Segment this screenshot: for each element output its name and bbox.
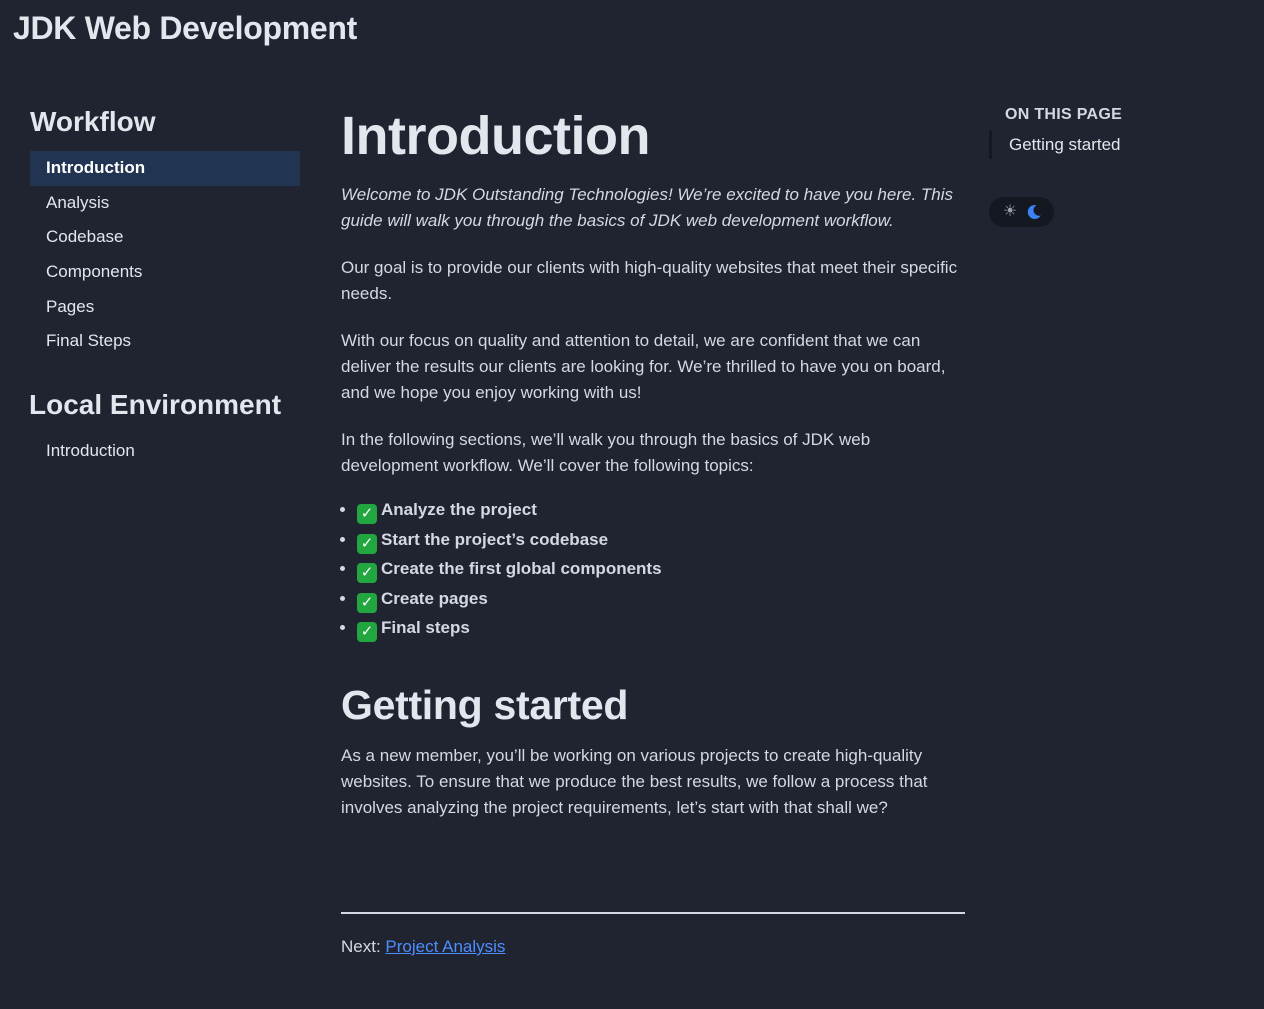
moon-icon[interactable] (1025, 203, 1043, 221)
site-title[interactable]: JDK Web Development (13, 10, 357, 47)
check-mark-button-icon: ✓ (357, 533, 377, 554)
list-item: ✓Start the project’s codebase (357, 525, 965, 555)
sidebar-item-codebase[interactable]: Codebase (30, 220, 300, 255)
intro-lead: Welcome to JDK Outstanding Technologies!… (341, 185, 954, 230)
sidebar-item-final-steps[interactable]: Final Steps (30, 324, 300, 359)
sidebar-item-pages[interactable]: Pages (30, 290, 300, 325)
paragraph-goal: Our goal is to provide our clients with … (341, 258, 958, 303)
check-mark-button-icon: ✓ (357, 563, 377, 583)
page-title: Introduction (341, 106, 650, 166)
check-mark-button-icon: ✓ (357, 622, 377, 642)
topic-label: Final steps (381, 618, 470, 637)
sidebar-item-components[interactable]: Components (30, 255, 300, 290)
sidebar-item-introduction[interactable]: Introduction (30, 151, 300, 186)
paragraph-topics-intro: In the following sections, we’ll walk yo… (341, 430, 871, 475)
theme-toggle[interactable]: ☀ (989, 197, 1054, 227)
paragraph-getting-started: As a new member, you’ll be working on va… (341, 745, 928, 817)
list-item: ✓Create the first global components (357, 554, 965, 584)
next-page-nav: Next: Project Analysis (341, 937, 505, 957)
list-item: ✓Final steps (357, 613, 965, 643)
next-page-link[interactable]: Project Analysis (385, 937, 505, 956)
on-this-page: ON THIS PAGE Getting started (989, 106, 1249, 159)
sidebar: Workflow Introduction Analysis Codebase … (29, 104, 300, 469)
sidebar-item-analysis[interactable]: Analysis (30, 186, 300, 221)
sun-icon[interactable]: ☀ (1001, 203, 1019, 221)
footer-divider (341, 912, 965, 914)
main-content: Introduction Welcome to JDK Outstanding … (341, 104, 965, 821)
toc-item-getting-started[interactable]: Getting started (992, 131, 1249, 159)
topic-label: Create pages (381, 588, 488, 608)
check-mark-button-icon: ✓ (357, 504, 377, 524)
topic-label: Start the project’s codebase (381, 529, 609, 549)
sidebar-list-workflow: Introduction Analysis Codebase Component… (30, 151, 300, 359)
paragraph-quality: With our focus on quality and attention … (341, 331, 946, 402)
topic-label: Create the first global components (381, 559, 662, 578)
section-heading-getting-started: Getting started (341, 681, 629, 728)
toc-list: Getting started (989, 131, 1249, 159)
sidebar-item-local-introduction[interactable]: Introduction (30, 434, 300, 469)
list-item: ✓Create pages (357, 584, 965, 614)
sidebar-heading-local-environment: Local Environment (29, 389, 282, 421)
toc-heading: ON THIS PAGE (1005, 106, 1123, 123)
next-prefix: Next: (341, 937, 381, 956)
topics-list: ✓Analyze the project ✓Start the project’… (341, 495, 965, 643)
list-item: ✓Analyze the project (357, 495, 965, 525)
sidebar-heading-workflow: Workflow (30, 106, 156, 137)
sidebar-list-local-environment: Introduction (30, 434, 300, 469)
check-mark-button-icon: ✓ (357, 592, 377, 613)
topic-label: Analyze the project (381, 500, 537, 519)
